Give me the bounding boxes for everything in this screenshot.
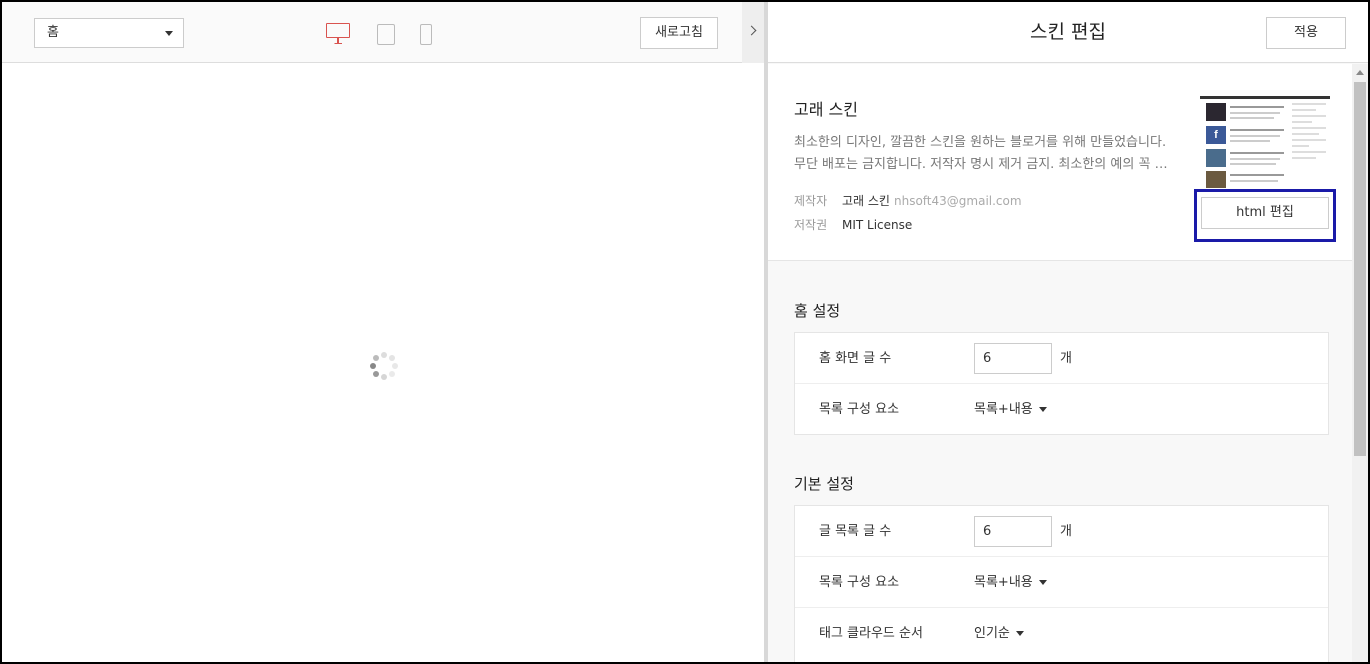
- collapse-panel-button[interactable]: [742, 2, 764, 63]
- skin-editor-pane: 스킨 편집 적용 고래 스킨 최소한의 디자인, 깔끔한 스킨을 원하는 블로거…: [768, 2, 1368, 662]
- editor-header: 스킨 편집 적용: [768, 2, 1368, 63]
- home-post-count-input[interactable]: 6: [974, 343, 1052, 374]
- tablet-icon[interactable]: [377, 24, 395, 45]
- apply-button[interactable]: 적용: [1266, 17, 1346, 49]
- dropdown-value: 목록+내용: [974, 575, 1033, 590]
- unit-label: 개: [1060, 351, 1072, 366]
- setting-row: 홈 화면 글 수 6 개: [795, 333, 1328, 384]
- editor-scrollbar[interactable]: [1352, 64, 1368, 662]
- home-settings-box: 홈 화면 글 수 6 개 목록 구성 요소 목록+내용: [794, 332, 1329, 435]
- unit-label: 개: [1060, 524, 1072, 539]
- mobile-icon[interactable]: [420, 24, 432, 45]
- skin-license: 저작권 MIT License: [794, 216, 912, 233]
- preview-pane: 홈 새로고침: [2, 2, 764, 662]
- chevron-right-icon: [746, 25, 757, 36]
- html-edit-button[interactable]: html 편집: [1201, 197, 1329, 229]
- home-post-count-label: 홈 화면 글 수: [819, 351, 892, 366]
- skin-author: 제작자 고래 스킨 nhsoft43@gmail.com: [794, 192, 1022, 209]
- license-label: 저작권: [794, 218, 828, 232]
- setting-row: 목록 구성 요소 목록+내용: [795, 557, 1328, 608]
- caret-down-icon: [1015, 631, 1024, 636]
- app-frame: 홈 새로고침 스킨 편집 적용 고래 스킨 최소한의 디자인, 깔끔한 스킨을 …: [2, 2, 1368, 662]
- author-label: 제작자: [794, 194, 828, 208]
- skin-description-line: 무단 배포는 금지합니다. 저작자 명시 제거 금지. 최소한의 예의 꼭 부탁…: [794, 157, 1174, 172]
- skin-description: 최소한의 디자인, 깔끔한 스킨을 원하는 블로거를 위해 만들었습니다. 무단…: [794, 132, 1174, 176]
- author-name: 고래 스킨: [842, 194, 890, 208]
- list-element-dropdown[interactable]: 목록+내용: [974, 557, 1047, 608]
- skin-thumbnail: f: [1200, 96, 1330, 188]
- dropdown-value: 인기순: [974, 626, 1010, 641]
- setting-row: 글 목록 글 수 6 개: [795, 506, 1328, 557]
- setting-row: 태그 클라우드 순서 인기순: [795, 608, 1328, 659]
- preview-canvas: [2, 64, 764, 662]
- tag-order-dropdown[interactable]: 인기순: [974, 608, 1024, 659]
- scrollbar-thumb[interactable]: [1354, 82, 1366, 456]
- chevron-down-icon: [165, 31, 173, 36]
- home-settings-title: 홈 설정: [794, 302, 841, 320]
- html-edit-highlight: html 편집: [1194, 189, 1336, 242]
- loading-spinner-icon: [370, 352, 398, 380]
- skin-name: 고래 스킨: [794, 100, 858, 119]
- home-list-element-label: 목록 구성 요소: [819, 402, 900, 417]
- facebook-icon: f: [1206, 126, 1226, 144]
- basic-settings-title: 기본 설정: [794, 475, 854, 493]
- editor-scroll-area: 고래 스킨 최소한의 디자인, 깔끔한 스킨을 원하는 블로거를 위해 만들었습…: [768, 64, 1352, 662]
- page-select-value: 홈: [47, 25, 59, 40]
- scroll-up-icon[interactable]: [1356, 70, 1364, 75]
- list-count-label: 글 목록 글 수: [819, 524, 892, 539]
- skin-description-line: 최소한의 디자인, 깔끔한 스킨을 원하는 블로거를 위해 만들었습니다.: [794, 135, 1167, 150]
- refresh-button[interactable]: 새로고침: [640, 17, 718, 49]
- caret-down-icon: [1038, 580, 1047, 585]
- author-email: nhsoft43@gmail.com: [893, 194, 1022, 208]
- setting-row: 목록 구성 요소 목록+내용: [795, 384, 1328, 435]
- home-list-element-dropdown[interactable]: 목록+내용: [974, 384, 1047, 435]
- page-select[interactable]: 홈: [34, 18, 184, 48]
- desktop-icon[interactable]: [326, 23, 350, 44]
- skin-info-card: 고래 스킨 최소한의 디자인, 깔끔한 스킨을 원하는 블로거를 위해 만들었습…: [768, 64, 1352, 261]
- dropdown-value: 목록+내용: [974, 402, 1033, 417]
- license-value: MIT License: [842, 218, 913, 232]
- list-count-input[interactable]: 6: [974, 516, 1052, 547]
- caret-down-icon: [1038, 407, 1047, 412]
- basic-settings-box: 글 목록 글 수 6 개 목록 구성 요소 목록+내용 태그 클라우드 순서 인…: [794, 505, 1329, 662]
- tag-order-label: 태그 클라우드 순서: [819, 626, 923, 641]
- preview-toolbar: 홈 새로고침: [2, 2, 764, 63]
- list-element-label: 목록 구성 요소: [819, 575, 900, 590]
